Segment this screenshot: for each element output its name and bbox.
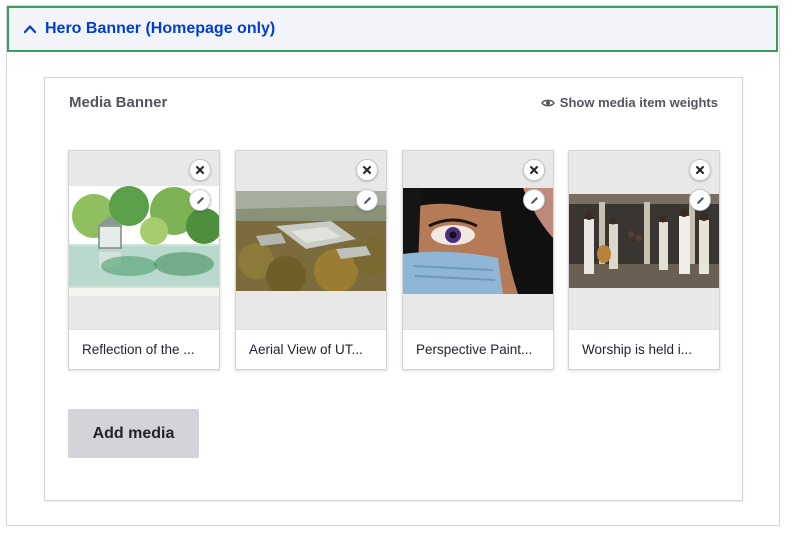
remove-media-button[interactable] xyxy=(523,159,545,181)
close-icon xyxy=(195,165,205,175)
hero-banner-toggle[interactable]: Hero Banner (Homepage only) xyxy=(7,6,778,52)
close-icon xyxy=(362,165,372,175)
media-item[interactable]: Reflection of the ... xyxy=(68,150,220,370)
media-caption: Aerial View of UT... xyxy=(236,329,386,369)
pencil-icon xyxy=(362,195,373,206)
media-caption: Worship is held i... xyxy=(569,329,719,369)
section-title: Hero Banner (Homepage only) xyxy=(45,20,276,37)
media-item[interactable]: Worship is held i... xyxy=(568,150,720,370)
pencil-icon xyxy=(195,195,206,206)
edit-media-button[interactable] xyxy=(689,189,711,211)
eye-icon xyxy=(540,98,555,108)
media-caption: Perspective Paint... xyxy=(403,329,553,369)
pencil-icon xyxy=(529,195,540,206)
edit-media-button[interactable] xyxy=(189,189,211,211)
edit-media-button[interactable] xyxy=(356,189,378,211)
remove-media-button[interactable] xyxy=(189,159,211,181)
media-item[interactable]: Aerial View of UT... xyxy=(235,150,387,370)
edit-media-button[interactable] xyxy=(523,189,545,211)
close-icon xyxy=(529,165,539,175)
field-label: Media Banner xyxy=(69,94,168,111)
pencil-icon xyxy=(695,195,706,206)
remove-media-button[interactable] xyxy=(689,159,711,181)
close-icon xyxy=(695,165,705,175)
media-banner-field: Media Banner Show media item weights Ref… xyxy=(44,77,743,501)
media-item[interactable]: Perspective Paint... xyxy=(402,150,554,370)
remove-media-button[interactable] xyxy=(356,159,378,181)
media-caption: Reflection of the ... xyxy=(69,329,219,369)
add-media-button[interactable]: Add media xyxy=(68,409,199,458)
show-weights-button[interactable]: Show media item weights xyxy=(540,95,718,110)
show-weights-label: Show media item weights xyxy=(559,95,718,110)
chevron-up-icon xyxy=(23,22,37,36)
